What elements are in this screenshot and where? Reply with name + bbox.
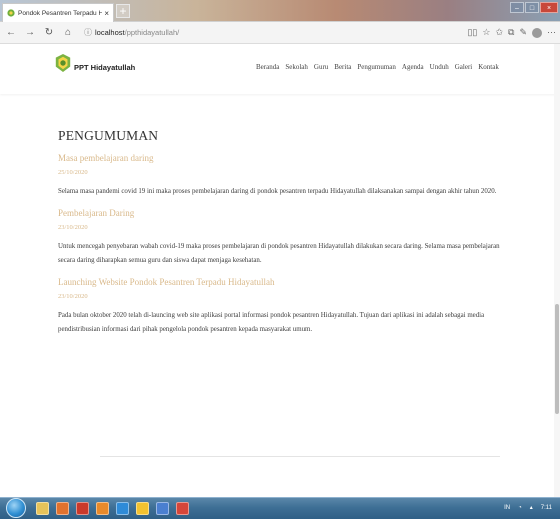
language-indicator[interactable]: IN [504,505,510,511]
favorites-list-icon[interactable]: ✩ [495,27,503,38]
post-item: Pembelajaran Daring 23/10/2020 Untuk men… [58,208,504,268]
menu-item-unduh[interactable]: Unduh [430,63,449,71]
browser-edge-icon[interactable] [116,502,129,515]
clock[interactable]: 7:11 [541,505,552,511]
taskbar-pinned-apps [36,502,189,515]
browser-navbar: ← → ↻ ⌂ ⓘ localhost /ppthidayatullah/ ▯▯… [0,22,560,44]
start-button[interactable] [6,498,26,518]
new-tab-button[interactable]: + [116,4,130,18]
volume-icon[interactable]: ▴ [530,504,533,511]
menu-item-guru[interactable]: Guru [314,63,328,71]
menu-item-agenda[interactable]: Agenda [402,63,424,71]
page-title: PENGUMUMAN [58,128,159,143]
windows-taskbar: IN ◔ ▴ 7:11 [0,497,560,519]
media-player-icon[interactable] [56,502,69,515]
post-body: Untuk mencegah penyebaran wabah covid-19… [58,243,500,264]
logo-text: PPT Hidayatullah [74,63,136,72]
site-info-icon[interactable]: ⓘ [84,27,92,38]
browser-titlebar: Pondok Pesantren Terpadu Hid × + – □ × [0,0,560,22]
footer-divider [100,456,500,457]
main-menu: Beranda Sekolah Guru Berita Pengumuman A… [256,63,499,71]
system-tray: IN ◔ ▴ 7:11 [504,504,552,512]
window-controls: – □ × [510,2,558,13]
back-arrow-icon[interactable]: ← [3,27,19,38]
post-date: 23/10/2020 [58,293,88,300]
pen-notes-icon[interactable]: ✎ [519,27,527,38]
address-bar[interactable]: ⓘ localhost /ppthidayatullah/ [84,27,467,38]
post-body: Selama masa pandemi covid 19 ini maka pr… [58,188,497,195]
maximize-button[interactable]: □ [525,2,539,13]
minimize-button[interactable]: – [510,2,524,13]
app-red2-icon[interactable] [176,502,189,515]
menu-item-berita[interactable]: Berita [334,63,351,71]
logo-emblem-icon [55,54,71,72]
url-path: /ppthidayatullah/ [124,28,180,37]
home-icon[interactable]: ⌂ [60,27,76,38]
network-icon[interactable]: ◔ [518,505,522,511]
app-red-icon[interactable] [76,502,89,515]
post-body: Pada bulan oktober 2020 telah di-launcin… [58,312,485,333]
tab-close-icon[interactable]: × [104,9,109,18]
forward-arrow-icon[interactable]: → [22,27,38,38]
file-explorer-icon[interactable] [36,502,49,515]
post-title-link[interactable]: Launching Website Pondok Pesantren Terpa… [58,277,504,287]
post-date: 23/10/2020 [58,224,88,231]
app-blue-icon[interactable] [156,502,169,515]
menu-item-sekolah[interactable]: Sekolah [285,63,308,71]
app-yellow-icon[interactable] [136,502,149,515]
site-favicon-icon [7,9,15,17]
reading-view-icon[interactable]: ▯▯ [467,27,477,38]
menu-item-beranda[interactable]: Beranda [256,63,279,71]
menu-item-pengumuman[interactable]: Pengumuman [357,63,396,71]
tab-title: Pondok Pesantren Terpadu Hid [18,9,103,17]
refresh-icon[interactable]: ↻ [41,27,57,38]
site-logo[interactable]: PPT Hidayatullah [54,53,135,73]
menu-item-galeri[interactable]: Galeri [455,63,473,71]
favorite-star-icon[interactable]: ☆ [482,27,490,38]
main-content: PENGUMUMAN Masa pembelajaran daring 25/1… [58,94,504,337]
post-date: 25/10/2020 [58,169,88,176]
more-options-icon[interactable]: ⋯ [547,27,556,38]
scrollbar-thumb[interactable] [555,304,559,414]
post-title-link[interactable]: Pembelajaran Daring [58,208,504,218]
app-orange-icon[interactable] [96,502,109,515]
site-header: PPT Hidayatullah Beranda Sekolah Guru Be… [0,44,560,94]
post-item: Launching Website Pondok Pesantren Terpa… [58,277,504,337]
post-item: Masa pembelajaran daring 25/10/2020 Sela… [58,153,504,199]
browser-tab[interactable]: Pondok Pesantren Terpadu Hid × [2,3,114,22]
collections-icon[interactable]: ⧉ [508,27,514,38]
browser-toolbar-right: ▯▯ ☆ ✩ ⧉ ✎ ⋯ [467,27,556,38]
menu-item-kontak[interactable]: Kontak [478,63,499,71]
profile-avatar[interactable] [532,27,542,38]
close-window-button[interactable]: × [540,2,558,13]
page-scrollbar[interactable] [554,44,560,497]
url-host: localhost [95,28,125,37]
post-title-link[interactable]: Masa pembelajaran daring [58,153,504,163]
